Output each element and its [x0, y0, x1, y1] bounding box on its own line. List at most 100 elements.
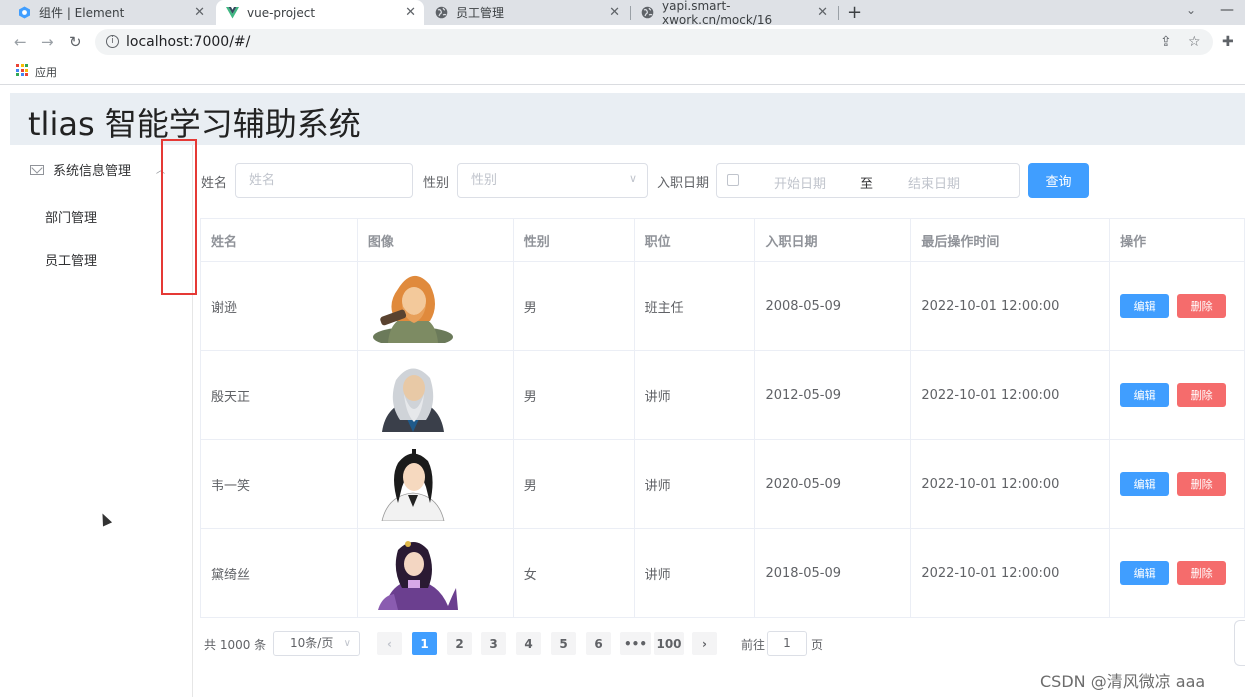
employee-avatar-image	[372, 275, 453, 343]
cell-entry-date: 2018-05-09	[755, 529, 912, 617]
gender-select-input[interactable]	[458, 164, 647, 197]
page-button-3[interactable]: 3	[481, 632, 506, 655]
employee-avatar-image	[381, 449, 445, 521]
entry-date-label: 入职日期	[657, 176, 710, 191]
close-icon[interactable]: ✕	[817, 5, 828, 20]
browser-tab-vue-project[interactable]: vue-project ✕	[216, 0, 424, 25]
page-button-last[interactable]: 100	[654, 632, 684, 655]
back-icon[interactable]: ←	[14, 33, 27, 51]
delete-button[interactable]: 删除	[1177, 561, 1227, 585]
employee-avatar-image	[381, 368, 444, 432]
cell-entry-date: 2020-05-09	[755, 440, 912, 528]
edit-button[interactable]: 编辑	[1120, 383, 1170, 407]
browser-tab-employee[interactable]: 员工管理 ✕	[425, 0, 628, 25]
bookmarks-bar	[0, 59, 1245, 85]
info-icon[interactable]: i	[106, 35, 119, 48]
sidebar-item-employee[interactable]: 员工管理	[45, 250, 97, 269]
edit-button[interactable]: 编辑	[1120, 294, 1170, 318]
side-panel-handle[interactable]	[1234, 620, 1245, 666]
table-row: 黛绮丝 女 讲师 2018-05-09 2022-10-01 12:00:00 …	[201, 529, 1245, 618]
column-header-image: 图像	[358, 219, 514, 261]
reload-icon[interactable]: ↻	[69, 33, 82, 51]
delete-button[interactable]: 删除	[1177, 472, 1227, 496]
sidebar-group-label: 系统信息管理	[53, 164, 132, 179]
page-ellipsis-button[interactable]: •••	[620, 632, 652, 655]
browser-tab-label: 员工管理	[456, 6, 505, 20]
pagination-total: 共 1000 条	[204, 638, 267, 652]
cell-name: 黛绮丝	[201, 529, 358, 617]
prev-page-button[interactable]: ‹	[377, 632, 402, 655]
cell-position: 班主任	[635, 262, 756, 350]
cell-entry-date: 2008-05-09	[755, 262, 912, 350]
page-size-value: 10条/页	[290, 636, 334, 650]
goto-page-input[interactable]: 1	[767, 631, 807, 656]
column-header-entry-date: 入职日期	[755, 219, 912, 261]
star-icon[interactable]: ☆	[1188, 34, 1201, 50]
cell-gender: 男	[514, 262, 635, 350]
date-separator: 至	[860, 177, 874, 192]
edit-button[interactable]: 编辑	[1120, 561, 1170, 585]
page-size-select[interactable]: 10条/页 ∨	[273, 631, 360, 656]
cell-gender: 男	[514, 351, 635, 439]
browser-tab-label: yapi.smart-xwork.cn/mock/16	[662, 0, 773, 27]
cell-gender: 男	[514, 440, 635, 528]
cell-actions: 编辑 删除	[1110, 529, 1245, 617]
close-icon[interactable]: ✕	[609, 5, 620, 20]
table-row: 谢逊 男 班主任 2008-05-09 2022-10-01 12:00:00 …	[201, 262, 1245, 351]
page-button-1[interactable]: 1	[412, 632, 437, 655]
page-button-2[interactable]: 2	[447, 632, 472, 655]
cell-name: 殷天正	[201, 351, 358, 439]
table-header-row: 姓名 图像 性别 职位 入职日期 最后操作时间 操作	[201, 219, 1245, 262]
edit-button[interactable]: 编辑	[1120, 472, 1170, 496]
next-page-button[interactable]: ›	[692, 632, 717, 655]
page-button-4[interactable]: 4	[516, 632, 541, 655]
cell-actions: 编辑 删除	[1110, 262, 1245, 350]
mail-icon	[30, 164, 44, 175]
minimize-icon[interactable]: —	[1220, 2, 1234, 18]
sidebar-item-department[interactable]: 部门管理	[45, 207, 97, 226]
close-icon[interactable]: ✕	[194, 5, 205, 20]
delete-button[interactable]: 删除	[1177, 383, 1227, 407]
cell-gender: 女	[514, 529, 635, 617]
apps-bookmark-label[interactable]: 应用	[35, 64, 57, 80]
watermark: CSDN @清风微凉 aaa	[1040, 672, 1206, 691]
cell-position: 讲师	[635, 351, 756, 439]
delete-button[interactable]: 删除	[1177, 294, 1227, 318]
share-icon[interactable]: ⇪	[1160, 34, 1172, 50]
element-logo-icon	[18, 6, 31, 19]
cell-position: 讲师	[635, 529, 756, 617]
close-icon[interactable]: ✕	[405, 5, 416, 20]
globe-icon	[435, 6, 448, 19]
new-tab-button[interactable]: +	[847, 2, 862, 23]
cell-position: 讲师	[635, 440, 756, 528]
cell-entry-date: 2012-05-09	[755, 351, 912, 439]
goto-label: 前往	[741, 638, 766, 652]
page-button-5[interactable]: 5	[551, 632, 576, 655]
query-button[interactable]: 查询	[1028, 163, 1089, 198]
browser-tab-yapi[interactable]: yapi.smart-xwork.cn/mock/16 ✕	[631, 0, 836, 27]
date-end-input[interactable]: 结束日期	[908, 173, 960, 192]
table-row: 殷天正 男 讲师 2012-05-09 2022-10-01 12:00:00 …	[201, 351, 1245, 440]
date-start-input[interactable]: 开始日期	[774, 173, 826, 192]
column-header-gender: 性别	[514, 219, 635, 261]
cell-image	[358, 262, 514, 350]
employee-table: 姓名 图像 性别 职位 入职日期 最后操作时间 操作 谢逊 男 班主任 2008…	[200, 218, 1245, 618]
name-input[interactable]	[236, 164, 412, 197]
page-button-6[interactable]: 6	[586, 632, 611, 655]
gender-label: 性别	[423, 176, 450, 191]
chevron-down-icon[interactable]: ⌄	[1186, 3, 1196, 17]
name-label: 姓名	[201, 176, 228, 191]
apps-grid-icon[interactable]	[16, 64, 28, 76]
chevron-down-icon: ∨	[343, 638, 351, 649]
date-range-picker[interactable]: 开始日期 至 结束日期	[716, 163, 1020, 198]
extensions-icon[interactable]: ✚	[1222, 34, 1234, 50]
browser-tab-element[interactable]: 组件 | Element ✕	[8, 0, 213, 25]
forward-icon[interactable]: →	[41, 33, 54, 51]
address-bar[interactable]	[95, 29, 1213, 55]
url-text[interactable]: localhost:7000/#/	[126, 34, 250, 50]
chevron-left-icon: ‹	[387, 636, 392, 651]
globe-icon	[641, 6, 654, 19]
cell-image	[358, 440, 514, 528]
sidebar-group-system-info[interactable]: 系统信息管理	[30, 160, 131, 179]
gender-select[interactable]: ∨	[457, 163, 648, 198]
